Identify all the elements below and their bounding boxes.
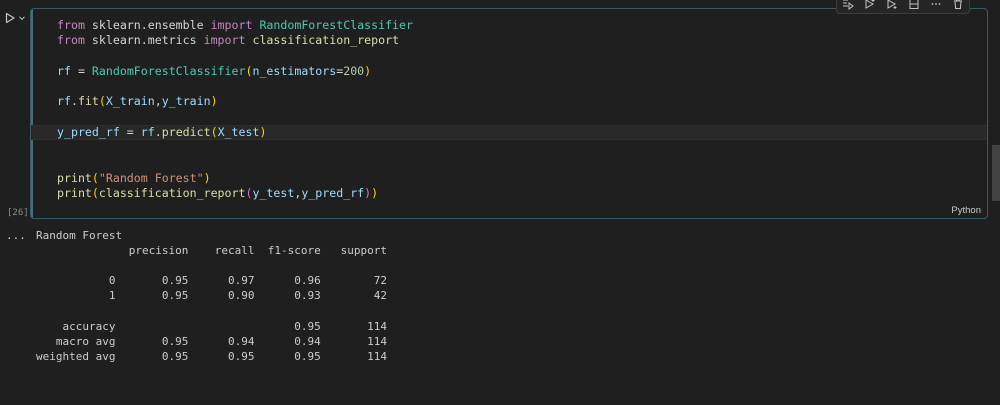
output-actions-icon[interactable]: ...	[6, 229, 26, 242]
code-token: (	[98, 94, 106, 109]
execute-below-button[interactable]	[885, 0, 899, 11]
code-token: =	[119, 125, 141, 140]
split-cell-icon	[908, 0, 920, 10]
execution-count: [26]	[7, 208, 29, 218]
code-line[interactable]: from sklearn.metrics import classificati…	[57, 33, 987, 48]
code-token: rf	[140, 125, 155, 140]
output-line: 1 0.95 0.90 0.93 42	[36, 289, 387, 303]
code-token: X_train	[105, 94, 155, 109]
code-token: print	[57, 170, 92, 185]
cell-focus-bar	[31, 9, 33, 218]
code-token: (	[91, 186, 99, 201]
code-token: from	[57, 18, 85, 32]
output-line: macro avg 0.95 0.94 0.94 114	[36, 334, 387, 348]
code-line[interactable]	[57, 79, 987, 94]
code-token: print	[57, 186, 92, 201]
code-cell[interactable]: from sklearn.ensemble import RandomFores…	[30, 8, 988, 219]
output-line: precision recall f1-score support	[36, 244, 387, 258]
output-line: Random Forest	[36, 229, 123, 242]
code-token: X_test	[217, 125, 260, 140]
run-by-line-button[interactable]	[841, 0, 855, 11]
code-token: )	[364, 63, 372, 78]
code-line[interactable]: rf = RandomForestClassifier(n_estimators…	[57, 64, 987, 79]
run-cell-button[interactable]	[4, 10, 28, 26]
code-token: from	[57, 33, 85, 48]
code-token: classification_report	[98, 186, 246, 201]
code-token: rf	[57, 63, 71, 78]
code-token: =	[70, 63, 92, 78]
cell-toolbar	[836, 0, 970, 14]
code-token: rf	[57, 94, 71, 109]
code-line[interactable]	[57, 110, 987, 125]
code-token: y_test	[252, 186, 295, 201]
code-line[interactable]	[57, 156, 987, 171]
code-token: RandomForestClassifier	[91, 63, 246, 78]
code-token: import	[203, 33, 246, 48]
cell-output: Random Forest precision recall f1-score …	[36, 228, 387, 364]
code-token: )	[203, 170, 211, 185]
code-token: )	[259, 125, 267, 140]
cell-language-label[interactable]: Python	[951, 205, 981, 216]
delete-icon	[952, 0, 964, 10]
code-token: RandomForestClassifier	[259, 18, 413, 32]
code-token: )	[210, 94, 218, 109]
execute-above-button[interactable]	[863, 0, 877, 11]
code-token: predict	[161, 125, 211, 140]
code-token: (	[210, 125, 218, 140]
code-line[interactable]: y_pred_rf = rf.predict(X_test)	[31, 125, 987, 141]
code-line[interactable]: print(classification_report(y_test,y_pre…	[57, 186, 987, 201]
code-token: ,	[154, 94, 162, 109]
delete-cell-button[interactable]	[951, 0, 965, 11]
code-token: sklearn.metrics	[84, 33, 204, 48]
code-line[interactable]: rf.fit(X_train,y_train)	[57, 94, 987, 109]
play-icon	[4, 12, 16, 24]
split-cell-button[interactable]	[907, 0, 921, 11]
notebook-scrollbar[interactable]	[992, 145, 1000, 201]
code-token: 200	[343, 63, 365, 78]
code-token: y_train	[161, 94, 211, 109]
code-token: n_estimators	[252, 63, 337, 78]
code-token: classification_report	[252, 33, 400, 48]
output-line: 0 0.95 0.97 0.96 72	[36, 274, 387, 288]
code-token: y_pred_rf	[57, 125, 120, 140]
code-token: "Random Forest"	[98, 170, 204, 185]
code-line[interactable]: print("Random Forest")	[57, 171, 987, 186]
more-actions-icon	[930, 0, 942, 10]
code-token: .	[70, 94, 78, 109]
code-line[interactable]: from sklearn.ensemble import RandomFores…	[57, 18, 987, 33]
execute-above-icon	[864, 0, 876, 10]
output-line: weighted avg 0.95 0.95 0.95 114	[36, 349, 387, 363]
code-editor[interactable]: from sklearn.ensemble import RandomFores…	[31, 18, 987, 202]
code-line[interactable]	[57, 140, 987, 155]
execute-below-icon	[886, 0, 898, 10]
more-actions-button[interactable]	[929, 0, 943, 11]
code-token: )	[371, 186, 379, 201]
code-token: y_pred_rf	[301, 186, 365, 201]
code-token: sklearn.ensemble	[84, 18, 211, 32]
output-line: accuracy 0.95 114	[36, 319, 387, 333]
code-line[interactable]	[57, 49, 987, 64]
code-token: .	[154, 125, 162, 140]
code-token: (	[91, 170, 99, 185]
code-token: import	[210, 18, 253, 32]
code-token: fit	[77, 94, 99, 109]
run-by-line-icon	[842, 0, 854, 10]
chevron-down-icon[interactable]	[18, 14, 26, 22]
